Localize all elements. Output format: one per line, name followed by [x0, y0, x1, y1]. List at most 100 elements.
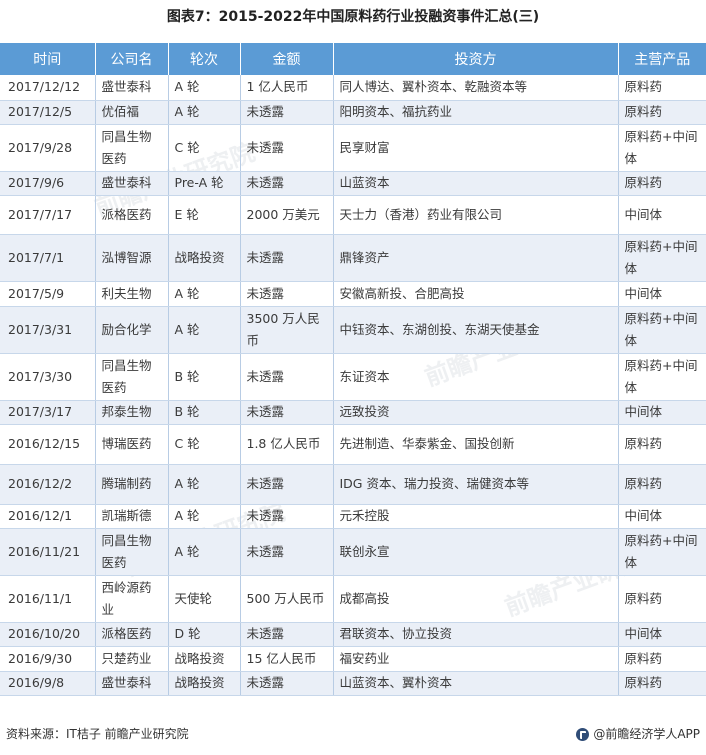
cell-product: 原料药 — [618, 671, 706, 696]
cell-investors: 鼎锋资产 — [333, 234, 619, 282]
table-row: 2017/12/12 盛世泰科 A 轮 1 亿人民币 同人博达、翼朴资本、乾融资… — [0, 75, 706, 101]
cell-round: Pre-A 轮 — [168, 171, 241, 196]
cell-product: 中间体 — [618, 281, 706, 307]
cell-company: 邦泰生物 — [95, 400, 169, 425]
cell-date: 2016/9/30 — [0, 646, 96, 672]
cell-product: 中间体 — [618, 400, 706, 425]
cell-company: 同昌生物医药 — [95, 124, 169, 172]
cell-product: 原料药 — [618, 464, 706, 505]
cell-round: B 轮 — [168, 400, 241, 425]
cell-product: 原料药 — [618, 171, 706, 196]
cell-round: B 轮 — [168, 353, 241, 401]
cell-round: E 轮 — [168, 195, 241, 235]
cell-round: C 轮 — [168, 124, 241, 172]
cell-round: 战略投资 — [168, 234, 241, 282]
cell-amount: 15 亿人民币 — [240, 646, 334, 672]
cell-amount: 未透露 — [240, 171, 334, 196]
cell-amount: 未透露 — [240, 234, 334, 282]
table-row: 2017/12/5 优佰福 A 轮 未透露 阳明资本、福抗药业 原料药 — [0, 100, 706, 125]
cell-company: 盛世泰科 — [95, 171, 169, 196]
cell-round: 天使轮 — [168, 575, 241, 623]
cell-company: 泓博智源 — [95, 234, 169, 282]
cell-investors: 福安药业 — [333, 646, 619, 672]
header-amount: 金额 — [240, 43, 334, 75]
table-row: 2016/12/2 腾瑞制药 A 轮 未透露 IDG 资本、瑞力投资、瑞健资本等… — [0, 464, 706, 505]
table-row: 2017/7/1 泓博智源 战略投资 未透露 鼎锋资产 原料药+中间体 — [0, 234, 706, 282]
cell-amount: 未透露 — [240, 281, 334, 307]
cell-round: A 轮 — [168, 75, 241, 101]
cell-amount: 3500 万人民币 — [240, 306, 334, 354]
table-row: 2016/11/21 同昌生物医药 A 轮 未透露 联创永宣 原料药+中间体 — [0, 528, 706, 576]
cell-date: 2017/7/1 — [0, 234, 96, 282]
table-header-row: 时间 公司名 轮次 金额 投资方 主营产品 — [0, 43, 706, 75]
cell-date: 2016/10/20 — [0, 622, 96, 647]
source-note: 资料来源：IT桔子 前瞻产业研究院 — [6, 727, 189, 741]
cell-round: 战略投资 — [168, 646, 241, 672]
table-row: 2017/3/17 邦泰生物 B 轮 未透露 远致投资 中间体 — [0, 400, 706, 425]
cell-round: D 轮 — [168, 622, 241, 647]
table-row: 2016/12/1 凯瑞斯德 A 轮 未透露 元禾控股 中间体 — [0, 504, 706, 529]
cell-investors: 先进制造、华泰紫金、国投创新 — [333, 424, 619, 465]
cell-amount: 未透露 — [240, 353, 334, 401]
cell-investors: 远致投资 — [333, 400, 619, 425]
cell-company: 盛世泰科 — [95, 671, 169, 696]
cell-date: 2017/12/5 — [0, 100, 96, 125]
cell-company: 励合化学 — [95, 306, 169, 354]
cell-round: A 轮 — [168, 306, 241, 354]
brand-label: @前瞻经济学人APP — [593, 727, 700, 741]
cell-investors: 山蓝资本 — [333, 171, 619, 196]
cell-investors: 阳明资本、福抗药业 — [333, 100, 619, 125]
cell-investors: IDG 资本、瑞力投资、瑞健资本等 — [333, 464, 619, 505]
cell-amount: 未透露 — [240, 622, 334, 647]
cell-round: 战略投资 — [168, 671, 241, 696]
investment-table: 时间 公司名 轮次 金额 投资方 主营产品 2017/12/12 盛世泰科 A … — [0, 43, 706, 696]
cell-investors: 元禾控股 — [333, 504, 619, 529]
cell-date: 2016/11/1 — [0, 575, 96, 623]
table-row: 2017/7/17 派格医药 E 轮 2000 万美元 天士力（香港）药业有限公… — [0, 195, 706, 235]
cell-date: 2016/11/21 — [0, 528, 96, 576]
cell-date: 2017/7/17 — [0, 195, 96, 235]
cell-round: A 轮 — [168, 504, 241, 529]
cell-company: 派格医药 — [95, 195, 169, 235]
cell-date: 2016/12/2 — [0, 464, 96, 505]
cell-company: 盛世泰科 — [95, 75, 169, 101]
cell-investors: 君联资本、协立投资 — [333, 622, 619, 647]
cell-date: 2017/3/31 — [0, 306, 96, 354]
cell-product: 原料药+中间体 — [618, 528, 706, 576]
cell-product: 原料药 — [618, 424, 706, 465]
cell-product: 原料药 — [618, 100, 706, 125]
cell-date: 2017/3/17 — [0, 400, 96, 425]
cell-date: 2017/9/28 — [0, 124, 96, 172]
cell-date: 2016/9/8 — [0, 671, 96, 696]
header-company: 公司名 — [95, 43, 169, 75]
cell-company: 西岭源药业 — [95, 575, 169, 623]
cell-company: 腾瑞制药 — [95, 464, 169, 505]
cell-amount: 500 万人民币 — [240, 575, 334, 623]
cell-product: 中间体 — [618, 195, 706, 235]
cell-date: 2016/12/15 — [0, 424, 96, 465]
header-round: 轮次 — [168, 43, 241, 75]
cell-company: 只楚药业 — [95, 646, 169, 672]
cell-product: 原料药+中间体 — [618, 306, 706, 354]
cell-product: 原料药+中间体 — [618, 124, 706, 172]
cell-product: 原料药+中间体 — [618, 353, 706, 401]
cell-amount: 未透露 — [240, 671, 334, 696]
cell-product: 原料药+中间体 — [618, 234, 706, 282]
cell-amount: 1.8 亿人民币 — [240, 424, 334, 465]
cell-date: 2017/5/9 — [0, 281, 96, 307]
cell-investors: 成都高投 — [333, 575, 619, 623]
table-row: 2017/3/31 励合化学 A 轮 3500 万人民币 中钰资本、东湖创投、东… — [0, 306, 706, 354]
cell-amount: 未透露 — [240, 400, 334, 425]
cell-investors: 中钰资本、东湖创投、东湖天使基金 — [333, 306, 619, 354]
cell-amount: 未透露 — [240, 100, 334, 125]
table-row: 2016/9/30 只楚药业 战略投资 15 亿人民币 福安药业 原料药 — [0, 646, 706, 672]
cell-product: 中间体 — [618, 622, 706, 647]
cell-company: 凯瑞斯德 — [95, 504, 169, 529]
cell-date: 2017/12/12 — [0, 75, 96, 101]
cell-amount: 未透露 — [240, 528, 334, 576]
header-date: 时间 — [0, 43, 96, 75]
table-row: 2016/12/15 博瑞医药 C 轮 1.8 亿人民币 先进制造、华泰紫金、国… — [0, 424, 706, 465]
cell-date: 2017/9/6 — [0, 171, 96, 196]
cell-round: A 轮 — [168, 281, 241, 307]
cell-amount: 未透露 — [240, 464, 334, 505]
